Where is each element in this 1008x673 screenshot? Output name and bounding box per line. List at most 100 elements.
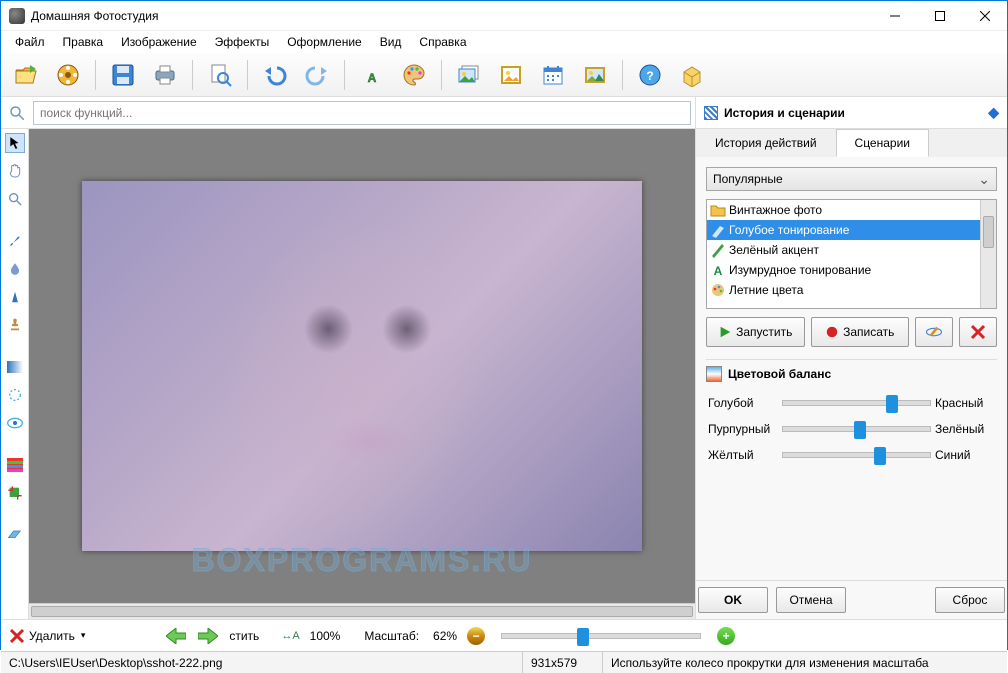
color-balance-icon bbox=[706, 366, 722, 382]
redo-button[interactable] bbox=[298, 57, 336, 93]
next-image-button[interactable] bbox=[197, 625, 219, 647]
home-button[interactable] bbox=[673, 57, 711, 93]
list-item[interactable]: AИзумрудное тонирование bbox=[707, 260, 996, 280]
gallery1-button[interactable] bbox=[450, 57, 488, 93]
delete-button[interactable]: Удалить ▾ bbox=[9, 628, 85, 644]
maximize-button[interactable] bbox=[917, 1, 962, 30]
zoom-in-button[interactable]: + bbox=[717, 627, 735, 645]
tab-scenarios[interactable]: Сценарии bbox=[836, 129, 929, 157]
panel-icon bbox=[704, 106, 718, 120]
hand-tool[interactable] bbox=[5, 161, 25, 181]
slider-cyan-red[interactable] bbox=[782, 400, 931, 406]
postcard-button[interactable] bbox=[576, 57, 614, 93]
zoom-label: Масштаб: bbox=[364, 629, 419, 643]
help-button[interactable]: ? bbox=[631, 57, 669, 93]
delete-scenario-button[interactable] bbox=[959, 317, 997, 347]
pencil-tool[interactable] bbox=[5, 287, 25, 307]
eraser-tool[interactable] bbox=[5, 525, 25, 545]
canvas[interactable]: BOXPROGRAMS.RU bbox=[29, 129, 695, 603]
zoom-out-button[interactable]: − bbox=[467, 627, 485, 645]
camera-button[interactable] bbox=[49, 57, 87, 93]
list-item[interactable]: Зелёный акцент bbox=[707, 240, 996, 260]
search-icon bbox=[1, 104, 33, 122]
stamp-tool[interactable] bbox=[5, 315, 25, 335]
app-icon bbox=[9, 8, 25, 24]
folder-open-icon bbox=[14, 63, 38, 87]
window-title: Домашняя Фотостудия bbox=[31, 9, 872, 23]
record-button[interactable]: Записать bbox=[811, 317, 910, 347]
list-scrollbar[interactable] bbox=[980, 200, 996, 308]
image-frame-icon bbox=[499, 63, 523, 87]
list-item[interactable]: Голубое тонирование bbox=[707, 220, 996, 240]
gallery2-button[interactable] bbox=[492, 57, 530, 93]
arrow-tool[interactable] bbox=[5, 133, 25, 153]
letter-a-green-icon: A bbox=[710, 262, 726, 278]
text-button[interactable]: A bbox=[353, 57, 391, 93]
box-icon bbox=[680, 63, 704, 87]
tab-history[interactable]: История действий bbox=[696, 129, 836, 157]
zoom-slider[interactable] bbox=[501, 633, 701, 639]
list-item[interactable]: Летние цвета bbox=[707, 280, 996, 300]
palette-small-icon bbox=[710, 282, 726, 298]
cancel-button[interactable]: Отмена bbox=[776, 587, 846, 613]
close-button[interactable] bbox=[962, 1, 1007, 30]
eye-tool[interactable] bbox=[5, 413, 25, 433]
category-combo[interactable]: Популярные bbox=[706, 167, 997, 191]
svg-text:?: ? bbox=[646, 69, 653, 83]
colorbar-tool[interactable] bbox=[5, 455, 25, 475]
calendar-icon bbox=[541, 63, 565, 87]
brush-tool[interactable] bbox=[5, 231, 25, 251]
palette-button[interactable] bbox=[395, 57, 433, 93]
smudge-tool[interactable] bbox=[5, 385, 25, 405]
horizontal-scrollbar[interactable] bbox=[29, 603, 695, 619]
minimize-button[interactable] bbox=[872, 1, 917, 30]
list-item[interactable]: Винтажное фото bbox=[707, 200, 996, 220]
menu-view[interactable]: Вид bbox=[372, 33, 410, 51]
redo-icon bbox=[305, 63, 329, 87]
pencil-green-icon bbox=[710, 242, 726, 258]
ok-button[interactable]: OK bbox=[698, 587, 768, 613]
save-button[interactable] bbox=[104, 57, 142, 93]
gradient-tool[interactable] bbox=[5, 357, 25, 377]
separator bbox=[344, 60, 345, 90]
print-button[interactable] bbox=[146, 57, 184, 93]
x-icon bbox=[970, 324, 986, 340]
menu-decoration[interactable]: Оформление bbox=[279, 33, 369, 51]
slider-magenta-green[interactable] bbox=[782, 426, 931, 432]
menu-help[interactable]: Справка bbox=[411, 33, 474, 51]
hundred-percent-button[interactable]: 100% bbox=[310, 629, 341, 643]
separator bbox=[95, 60, 96, 90]
help-icon: ? bbox=[638, 63, 662, 87]
search-input[interactable] bbox=[33, 101, 691, 125]
brush-orbit-icon bbox=[925, 323, 943, 341]
edit-scenario-button[interactable] bbox=[915, 317, 953, 347]
printer-icon bbox=[153, 63, 177, 87]
slider-label-left: Пурпурный bbox=[708, 422, 778, 436]
reset-button[interactable]: Сброс bbox=[935, 587, 1005, 613]
x-red-icon bbox=[9, 628, 25, 644]
play-icon bbox=[718, 325, 732, 339]
collapse-icon[interactable]: ◆ bbox=[988, 104, 999, 121]
crop-tool[interactable] bbox=[5, 483, 25, 503]
canvas-area: BOXPROGRAMS.RU bbox=[29, 129, 695, 619]
tabs: История действий Сценарии bbox=[696, 129, 1007, 157]
undo-button[interactable] bbox=[256, 57, 294, 93]
scenarios-list[interactable]: Винтажное фото Голубое тонирование Зелён… bbox=[706, 199, 997, 309]
prev-image-button[interactable] bbox=[165, 625, 187, 647]
separator bbox=[247, 60, 248, 90]
brush-blue-icon bbox=[710, 222, 726, 238]
menu-image[interactable]: Изображение bbox=[113, 33, 205, 51]
preview-button[interactable] bbox=[201, 57, 239, 93]
menu-effects[interactable]: Эффекты bbox=[207, 33, 278, 51]
slider-yellow-blue[interactable] bbox=[782, 452, 931, 458]
fit-label[interactable]: стить bbox=[229, 629, 259, 643]
separator bbox=[441, 60, 442, 90]
drop-tool[interactable] bbox=[5, 259, 25, 279]
calendar-button[interactable] bbox=[534, 57, 572, 93]
folder-icon bbox=[710, 202, 726, 218]
zoom-tool[interactable] bbox=[5, 189, 25, 209]
run-button[interactable]: Запустить bbox=[706, 317, 805, 347]
menu-edit[interactable]: Правка bbox=[55, 33, 112, 51]
open-button[interactable] bbox=[7, 57, 45, 93]
menu-file[interactable]: Файл bbox=[7, 33, 53, 51]
